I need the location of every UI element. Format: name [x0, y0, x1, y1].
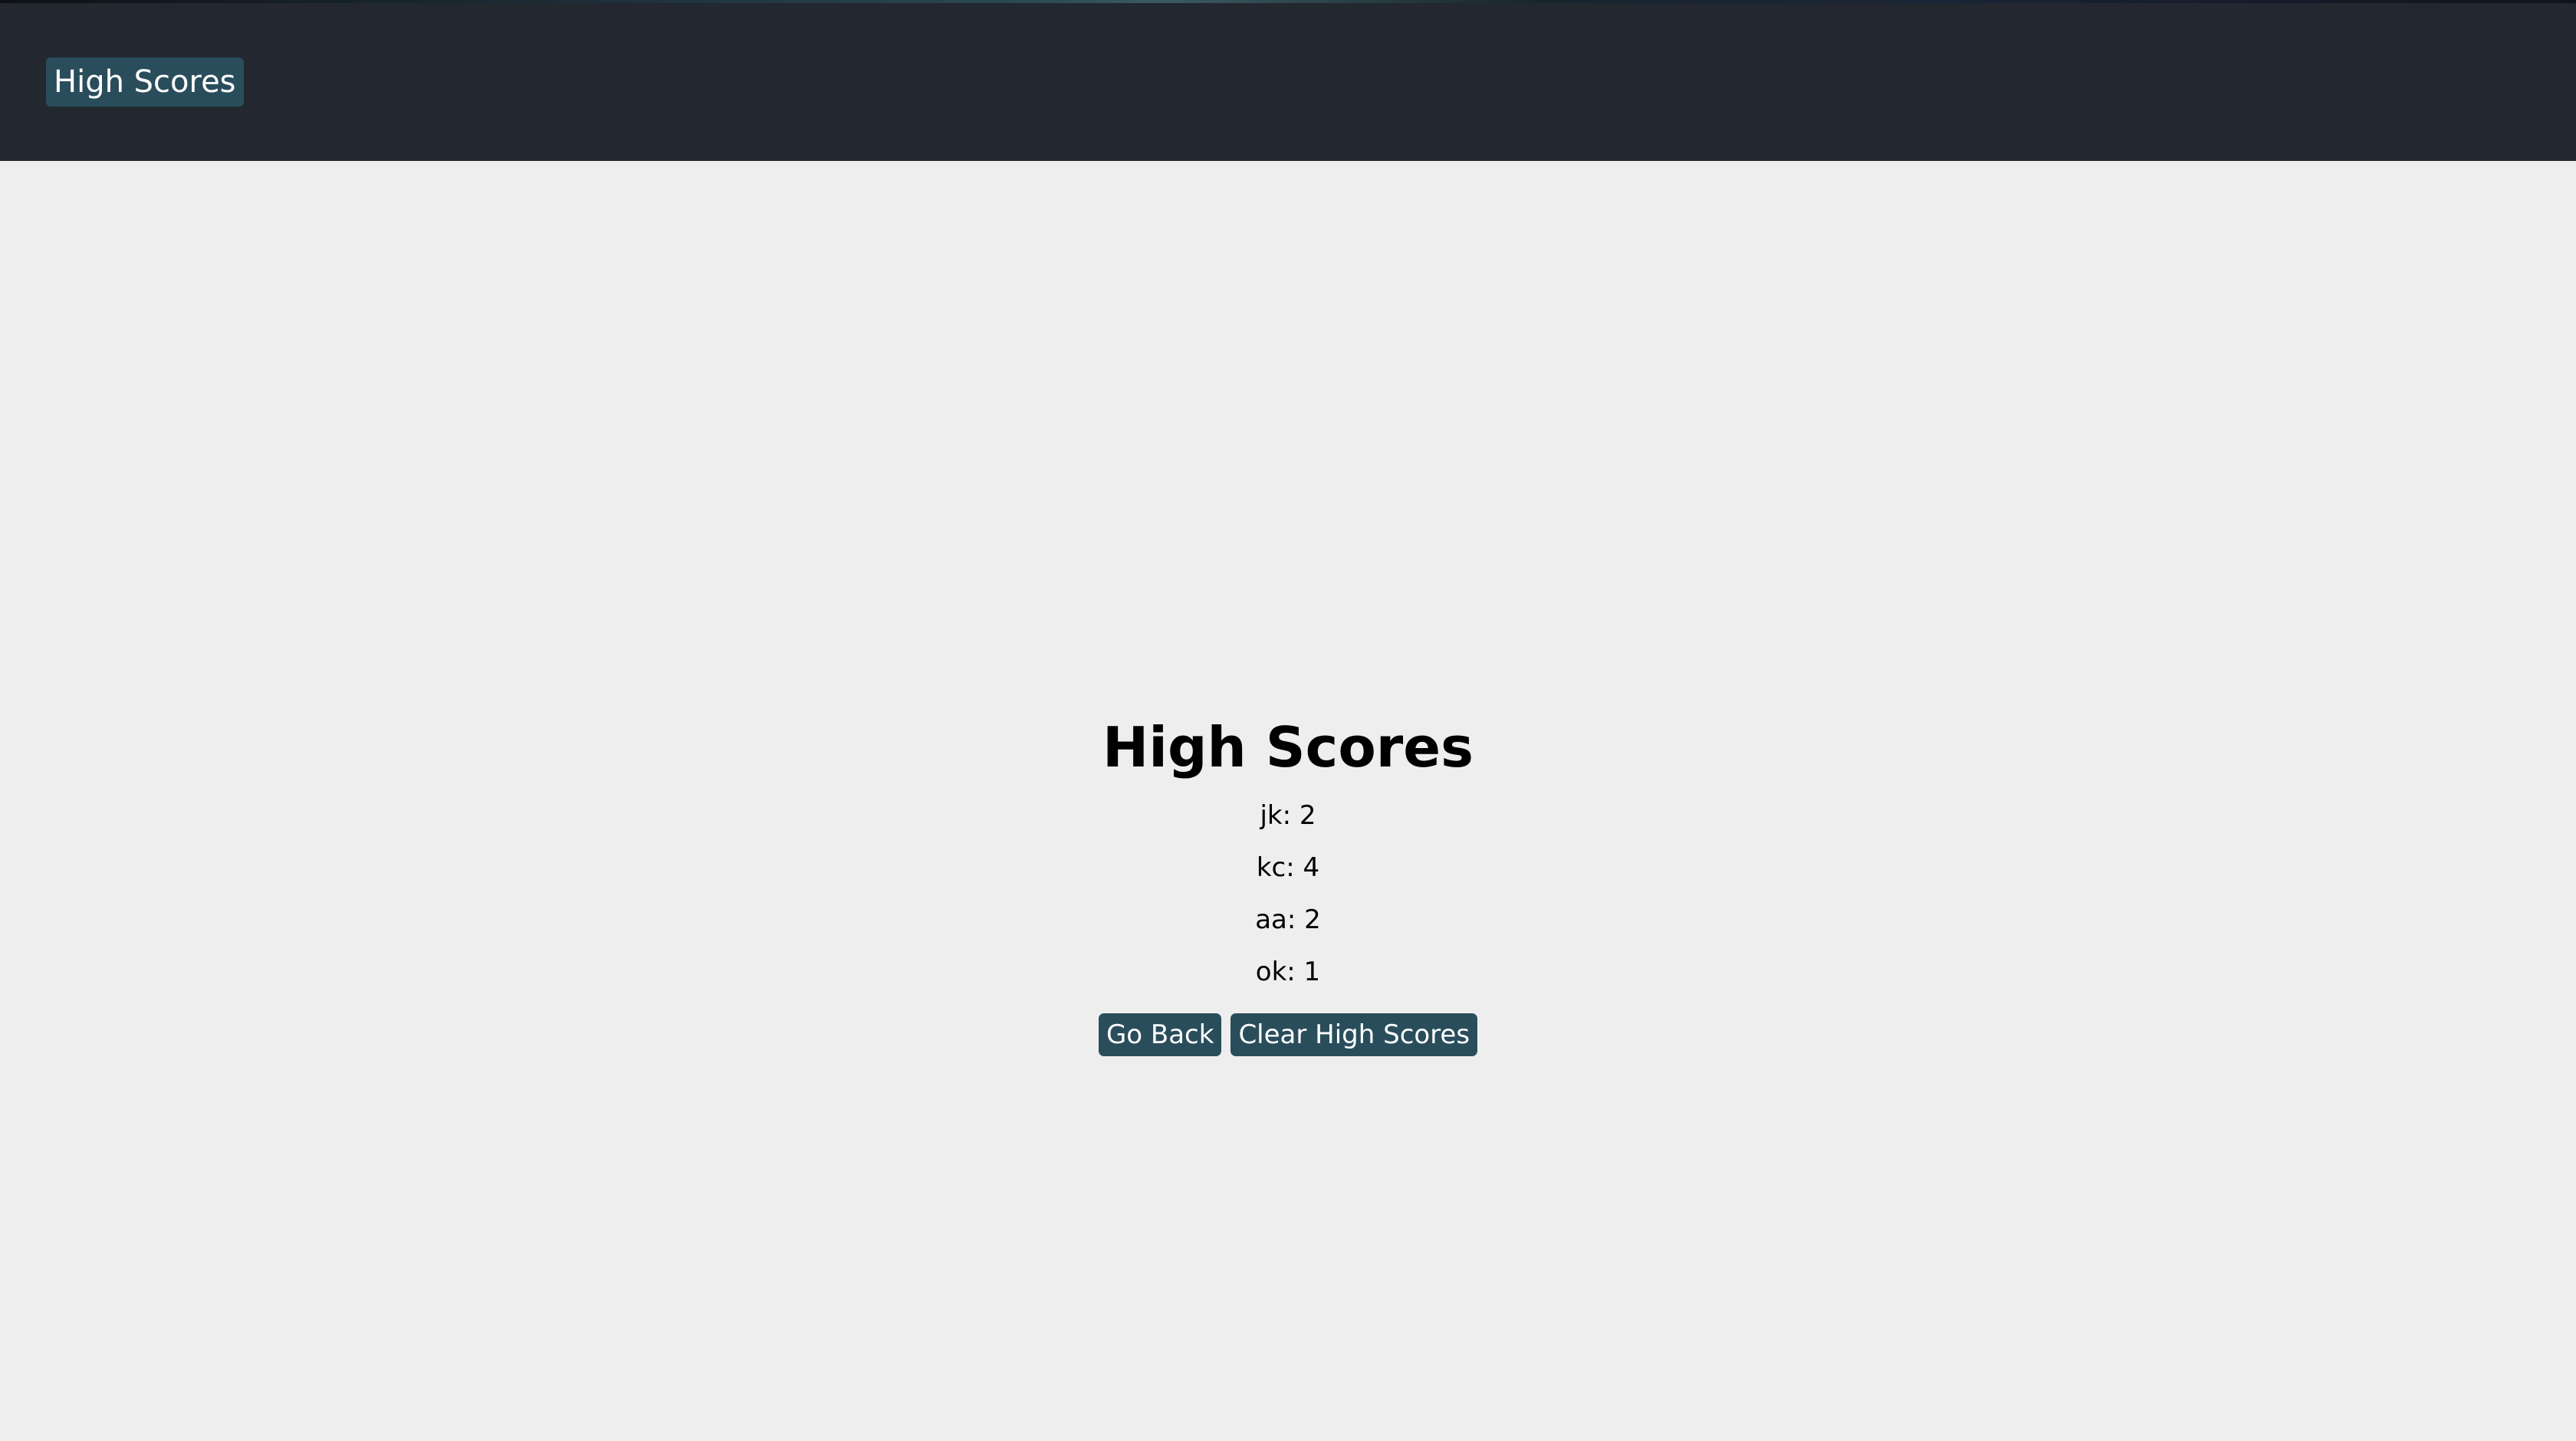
high-scores-nav-button[interactable]: High Scores — [46, 57, 244, 107]
top-header: High Scores — [0, 0, 2576, 161]
score-list: jk: 2 kc: 4 aa: 2 ok: 1 — [0, 789, 2576, 998]
high-scores-panel: High Scores jk: 2 kc: 4 aa: 2 ok: 1 Go B… — [0, 705, 2576, 1056]
header-top-strip — [0, 0, 2576, 3]
action-bar: Go Back Clear High Scores — [0, 1013, 2576, 1056]
go-back-button[interactable]: Go Back — [1098, 1013, 1222, 1056]
clear-high-scores-button[interactable]: Clear High Scores — [1230, 1013, 1478, 1056]
score-item: aa: 2 — [1255, 904, 1321, 935]
score-item: jk: 2 — [1260, 800, 1316, 831]
score-item: kc: 4 — [1256, 852, 1320, 883]
score-item: ok: 1 — [1255, 957, 1321, 987]
page-title: High Scores — [1102, 715, 1474, 780]
page: High Scores High Scores jk: 2 kc: 4 aa: … — [0, 0, 2576, 1441]
